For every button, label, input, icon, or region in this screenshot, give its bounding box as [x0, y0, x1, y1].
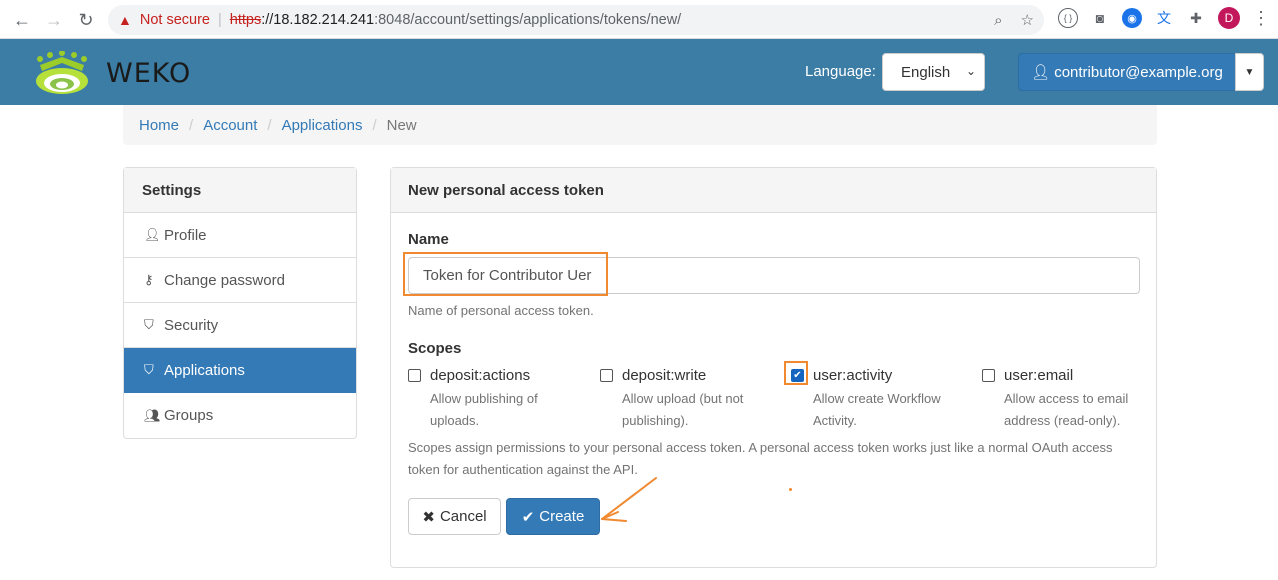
sidebar-item-security[interactable]: ⛉ Security: [124, 303, 356, 348]
address-bar[interactable]: ▲ Not secure | https://18.182.214.241:80…: [108, 5, 1044, 35]
chevron-down-icon: ⌄: [965, 64, 976, 78]
weko-logo-icon: [36, 51, 88, 94]
settings-sidebar: Settings 👤︎ Profile ⚷ Change password ⛉ …: [123, 167, 357, 439]
scope-user-email: user:email Allow access to email address…: [982, 367, 1162, 432]
breadcrumb-separator: /: [372, 116, 377, 134]
panel-title: New personal access token: [391, 168, 1156, 213]
breadcrumb-account[interactable]: Account: [203, 117, 257, 134]
browser-toolbar: ← → ↻ ▲ Not secure | https://18.182.214.…: [0, 0, 1278, 39]
sidebar-item-applications[interactable]: ⛉ Applications: [124, 348, 356, 393]
scopes-help-text: Scopes assign permissions to your person…: [408, 440, 1113, 477]
shield-icon: ⛉: [144, 362, 154, 377]
name-help-text: Name of personal access token.: [408, 303, 594, 318]
sidebar-item-label: Change password: [164, 271, 285, 289]
scope-name[interactable]: user:email: [1004, 367, 1073, 384]
key-icon: ⚷: [144, 272, 154, 287]
breadcrumb-applications[interactable]: Applications: [282, 117, 363, 134]
user-email: contributor@example.org: [1054, 63, 1223, 81]
cancel-label: Cancel: [439, 508, 487, 525]
weko-logo[interactable]: WEKO: [32, 51, 191, 95]
sidebar-item-profile[interactable]: 👤︎ Profile: [124, 213, 356, 258]
scope-description: Allow publishing of uploads.: [430, 391, 538, 428]
name-label: Name: [408, 231, 449, 248]
security-status: Not secure: [139, 12, 210, 28]
kebab-menu-icon[interactable]: ⋮: [1252, 9, 1270, 27]
site-header: WEKO Language: English ⌄ 👤︎ contributor@…: [0, 39, 1278, 105]
language-label: Language:: [805, 63, 876, 80]
url-divider: |: [217, 12, 222, 28]
sidebar-item-label: Groups: [164, 407, 214, 424]
breadcrumb-current: New: [386, 116, 417, 134]
bookmark-star-icon[interactable]: ☆: [1021, 11, 1034, 29]
user-dropdown-toggle[interactable]: ▼: [1235, 53, 1264, 91]
language-select[interactable]: English ⌄: [882, 53, 985, 91]
logo-text: WEKO: [106, 57, 192, 89]
back-arrow-icon[interactable]: ←: [6, 4, 38, 36]
check-icon: ✔: [521, 508, 535, 526]
scope-checkbox[interactable]: [982, 369, 995, 382]
user-icon: 👤︎: [1031, 64, 1051, 81]
scope-user-activity: ✔ user:activity Allow create Workflow Ac…: [791, 367, 971, 432]
breadcrumb: Home / Account / Applications / New: [123, 105, 1157, 145]
user-menu-button[interactable]: 👤︎ contributor@example.org: [1018, 53, 1236, 91]
create-label: Create: [539, 508, 585, 525]
cancel-button[interactable]: ✖ Cancel: [408, 498, 501, 535]
close-icon: ✖: [422, 508, 435, 526]
caret-down-icon: ▼: [1244, 66, 1255, 78]
scopes-label: Scopes: [408, 340, 462, 357]
scope-description: Allow upload (but not publishing).: [622, 391, 744, 428]
translate-icon[interactable]: 文: [1154, 8, 1174, 28]
scope-checkbox[interactable]: [600, 369, 613, 382]
sidebar-item-groups[interactable]: 👥︎ Groups: [124, 393, 356, 438]
scope-deposit-actions: deposit:actions Allow publishing of uplo…: [408, 367, 588, 432]
sidebar-item-change-password[interactable]: ⚷ Change password: [124, 258, 356, 303]
camera-icon[interactable]: ◙: [1090, 8, 1110, 28]
puzzle-extensions-icon[interactable]: ✚: [1186, 8, 1206, 28]
scope-deposit-write: deposit:write Allow upload (but not publ…: [600, 367, 780, 432]
sidebar-item-label: Applications: [164, 361, 245, 379]
annotation-highlight-checkbox: [784, 361, 808, 385]
scope-checkbox[interactable]: [408, 369, 421, 382]
reload-icon[interactable]: ↻: [70, 4, 102, 36]
annotation-dot: [789, 488, 792, 491]
sidebar-heading: Settings: [124, 168, 356, 213]
scope-name[interactable]: deposit:actions: [430, 367, 530, 384]
url-path: :8048/account/settings/applications/toke…: [374, 12, 682, 28]
shield-icon: ⛉: [144, 317, 154, 332]
forward-arrow-icon[interactable]: →: [38, 4, 70, 36]
create-button[interactable]: ✔ Create: [506, 498, 600, 535]
url-host: ://18.182.214.241: [261, 12, 375, 28]
breadcrumb-home[interactable]: Home: [139, 117, 179, 134]
warning-icon: ▲: [118, 12, 132, 28]
token-form-panel: New personal access token Name Token for…: [390, 167, 1157, 568]
extension-code-icon[interactable]: { }: [1058, 8, 1078, 28]
sidebar-item-label: Security: [164, 316, 219, 334]
users-icon: 👥︎: [144, 407, 161, 423]
profile-avatar[interactable]: D: [1218, 7, 1240, 29]
user-icon: 👤︎: [144, 227, 161, 242]
annotation-highlight-name: [403, 252, 608, 296]
language-value: English: [901, 63, 951, 81]
scope-description: Allow access to email address (read-only…: [1004, 391, 1129, 428]
scope-name[interactable]: user:activity: [813, 367, 892, 384]
scope-name[interactable]: deposit:write: [622, 367, 706, 384]
zoom-icon[interactable]: ⌕: [994, 12, 1002, 29]
breadcrumb-separator: /: [189, 116, 194, 134]
annotation-arrow-icon: [601, 477, 657, 522]
breadcrumb-separator: /: [267, 116, 272, 134]
sidebar-item-label: Profile: [164, 226, 207, 244]
scope-description: Allow create Workflow Activity.: [813, 391, 941, 428]
extension-disc-icon[interactable]: ◉: [1122, 8, 1142, 28]
url-scheme: https: [229, 12, 262, 28]
